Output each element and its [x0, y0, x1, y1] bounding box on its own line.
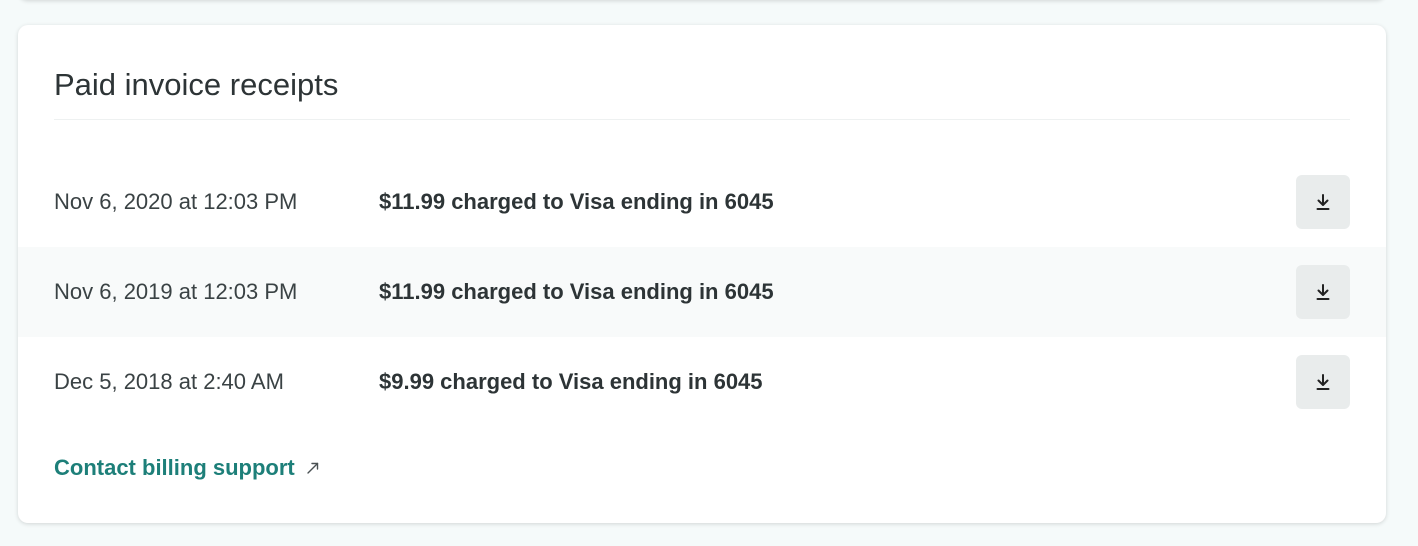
receipt-row: Dec 5, 2018 at 2:40 AM $9.99 charged to … — [18, 337, 1386, 427]
contact-billing-support-label: Contact billing support — [54, 455, 295, 480]
download-icon — [1316, 194, 1330, 210]
receipt-row: Nov 6, 2019 at 12:03 PM $11.99 charged t… — [18, 247, 1386, 337]
contact-billing-support-link[interactable]: Contact billing support — [54, 455, 321, 481]
download-receipt-button[interactable] — [1296, 355, 1350, 409]
paid-invoice-receipts-card: Paid invoice receipts Nov 6, 2020 at 12:… — [18, 25, 1386, 523]
receipt-description: $9.99 charged to Visa ending in 6045 — [379, 369, 763, 394]
download-receipt-button[interactable] — [1296, 265, 1350, 319]
external-link-icon — [307, 462, 318, 474]
receipt-date: Nov 6, 2020 at 12:03 PM — [54, 189, 298, 214]
download-icon — [1316, 284, 1330, 300]
receipt-date: Nov 6, 2019 at 12:03 PM — [54, 279, 298, 304]
receipt-description: $11.99 charged to Visa ending in 6045 — [379, 189, 774, 214]
receipt-row: Nov 6, 2020 at 12:03 PM $11.99 charged t… — [18, 157, 1386, 247]
receipt-description: $11.99 charged to Visa ending in 6045 — [379, 279, 774, 304]
download-icon — [1316, 374, 1330, 390]
receipt-date: Dec 5, 2018 at 2:40 AM — [54, 369, 284, 394]
card-title: Paid invoice receipts — [54, 67, 339, 102]
title-divider — [54, 119, 1350, 120]
receipt-list: Nov 6, 2020 at 12:03 PM $11.99 charged t… — [18, 157, 1386, 427]
download-receipt-button[interactable] — [1296, 175, 1350, 229]
